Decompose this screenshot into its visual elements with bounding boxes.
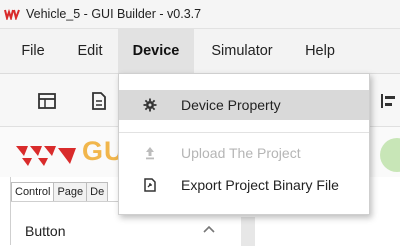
- section-button[interactable]: Button: [25, 219, 231, 243]
- upload-icon: [146, 147, 154, 160]
- menu-edit[interactable]: Edit: [65, 29, 115, 73]
- chevron-up-icon[interactable]: [203, 225, 215, 233]
- tab-page[interactable]: Page: [53, 182, 88, 201]
- panel-tabs: Control Page De: [11, 182, 109, 202]
- menu-item-upload-project[interactable]: Upload The Project: [119, 138, 369, 168]
- tab-control[interactable]: Control: [11, 182, 55, 201]
- menu-simulator[interactable]: Simulator: [200, 29, 284, 73]
- menu-item-label: Upload The Project: [181, 145, 301, 161]
- menu-separator: [119, 132, 369, 133]
- menu-device[interactable]: Device: [118, 29, 194, 73]
- tab-device[interactable]: De: [86, 182, 109, 201]
- menu-help[interactable]: Help: [294, 29, 346, 73]
- window-title: Vehicle_5 - GUI Builder - v0.3.7: [26, 7, 202, 21]
- app-logo-icon: [4, 8, 20, 20]
- menu-item-label: Export Project Binary File: [181, 177, 339, 193]
- gear-icon: [143, 98, 157, 112]
- scrollbar[interactable]: [241, 217, 255, 246]
- menu-bar: File Edit Device Simulator Help: [0, 29, 400, 74]
- brand-logo-icon: [16, 146, 76, 166]
- align-icon[interactable]: [380, 92, 398, 110]
- menu-item-label: Device Property: [181, 97, 281, 113]
- table-icon[interactable]: [38, 92, 56, 110]
- file-export-icon: [144, 178, 156, 192]
- device-menu: Device Property Upload The Project Expor…: [118, 73, 370, 215]
- document-icon[interactable]: [90, 92, 108, 110]
- menu-item-export-binary[interactable]: Export Project Binary File: [119, 170, 369, 200]
- menu-file[interactable]: File: [8, 29, 58, 73]
- section-label: Button: [25, 223, 66, 239]
- menu-item-device-property[interactable]: Device Property: [119, 90, 369, 120]
- title-bar: Vehicle_5 - GUI Builder - v0.3.7: [0, 0, 400, 29]
